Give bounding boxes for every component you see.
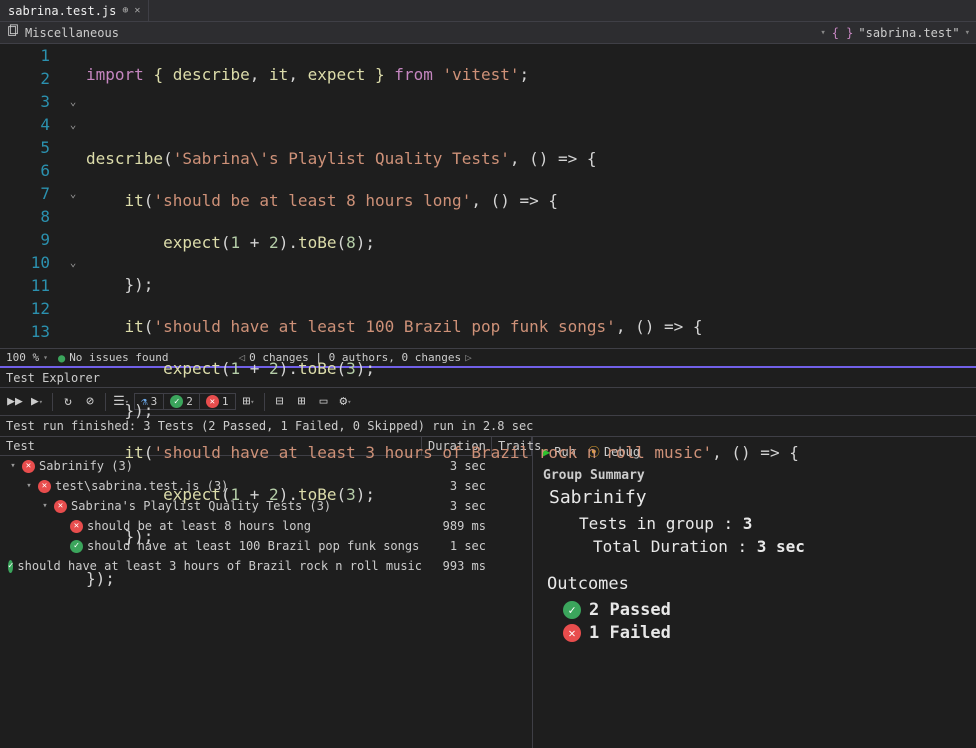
pin-icon[interactable]: ⊕ xyxy=(122,5,128,16)
file-tab-label: sabrina.test.js xyxy=(8,4,116,18)
copy-icon[interactable] xyxy=(6,24,20,41)
line-number-gutter: 12345678910111213 xyxy=(0,44,60,348)
repeat-button[interactable]: ↻ xyxy=(59,393,77,411)
dropdown-icon[interactable]: ▾ xyxy=(820,28,825,38)
code-editor[interactable]: 12345678910111213 ⌄⌄⌄⌄ import { describe… xyxy=(0,44,976,348)
run-all-button[interactable]: ▶▶ xyxy=(6,393,24,411)
zoom-level[interactable]: 100 %▾ xyxy=(6,351,48,364)
breadcrumb-scope[interactable]: "sabrina.test" xyxy=(858,26,959,40)
breadcrumb-misc[interactable]: Miscellaneous xyxy=(25,26,119,40)
fold-gutter[interactable]: ⌄⌄⌄⌄ xyxy=(60,44,86,348)
close-icon[interactable]: ✕ xyxy=(134,5,140,16)
run-button[interactable]: ▶▾ xyxy=(28,393,46,411)
dropdown-icon[interactable]: ▾ xyxy=(965,28,970,38)
code-lines[interactable]: import { describe, it, expect } from 'vi… xyxy=(86,44,976,348)
file-tabbar: sabrina.test.js ⊕ ✕ xyxy=(0,0,976,22)
file-tab[interactable]: sabrina.test.js ⊕ ✕ xyxy=(0,0,149,21)
braces-icon: { } xyxy=(832,26,854,40)
breadcrumb-bar: Miscellaneous ▾ { } "sabrina.test" ▾ xyxy=(0,22,976,44)
